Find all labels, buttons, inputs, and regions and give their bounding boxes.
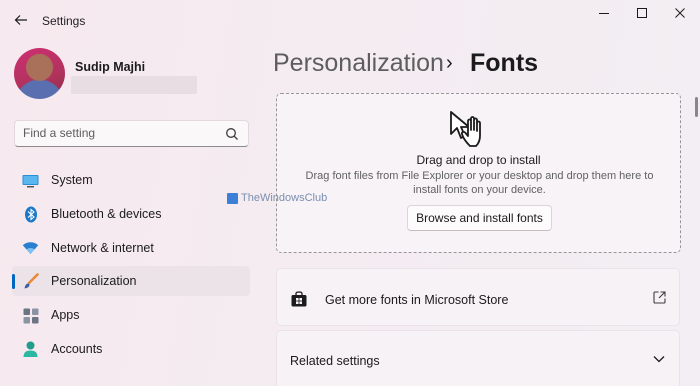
apps-icon — [22, 307, 39, 324]
minimize-icon — [599, 13, 609, 14]
sidebar-nav: System Bluetooth & devices Network & int… — [12, 165, 250, 368]
user-email-redacted — [71, 76, 197, 94]
drop-zone-title: Drag and drop to install — [416, 153, 541, 167]
drop-zone-description: Drag font files from File Explorer or yo… — [305, 170, 654, 196]
breadcrumb-parent[interactable]: Personalization — [273, 49, 444, 78]
avatar[interactable] — [14, 48, 65, 99]
bluetooth-icon — [22, 206, 39, 223]
minimize-button[interactable] — [594, 5, 614, 21]
person-icon — [22, 341, 39, 358]
sidebar-item-bluetooth[interactable]: Bluetooth & devices — [12, 199, 250, 229]
sidebar-item-label: Accounts — [51, 341, 103, 356]
sidebar-item-label: System — [51, 173, 93, 187]
drag-drop-hand-icon — [450, 111, 481, 147]
app-title: Settings — [42, 14, 86, 28]
breadcrumb-separator: › — [446, 52, 453, 74]
scrollbar-thumb[interactable] — [695, 97, 698, 117]
back-button[interactable] — [10, 11, 32, 29]
watermark-text: TheWindowsClub — [241, 192, 328, 204]
page-title: Fonts — [470, 49, 539, 77]
related-settings-card[interactable]: Related settings — [276, 330, 680, 386]
sidebar-item-label: Apps — [51, 308, 80, 323]
related-settings-label: Related settings — [290, 354, 380, 368]
sidebar-item-network[interactable]: Network & internet — [12, 233, 250, 263]
watermark-logo-icon — [227, 192, 238, 204]
microsoft-store-fonts-card[interactable]: Get more fonts in Microsoft Store — [276, 268, 680, 326]
close-button[interactable] — [670, 5, 690, 21]
font-drop-zone[interactable]: Drag and drop to install Drag font files… — [276, 93, 681, 253]
close-icon — [675, 8, 685, 18]
user-name: Sudip Majhi — [75, 60, 146, 74]
sidebar-item-label: Bluetooth & devices — [51, 206, 162, 221]
chevron-down-icon — [653, 356, 665, 363]
sidebar-item-personalization[interactable]: Personalization — [12, 266, 250, 297]
maximize-button[interactable] — [632, 5, 652, 21]
sidebar-item-apps[interactable]: Apps — [12, 300, 250, 330]
watermark: TheWindowsClub — [227, 192, 327, 204]
search-input[interactable] — [23, 126, 223, 140]
search-icon[interactable] — [225, 127, 239, 141]
sidebar-item-label: Personalization — [51, 274, 137, 289]
store-icon — [291, 291, 307, 307]
store-card-label: Get more fonts in Microsoft Store — [325, 293, 509, 307]
wifi-icon — [22, 240, 39, 257]
monitor-icon — [22, 172, 39, 189]
title-bar: Settings — [0, 0, 700, 40]
sidebar-item-system[interactable]: System — [12, 165, 250, 195]
sidebar-item-label: Network & internet — [51, 240, 154, 255]
maximize-icon — [637, 8, 647, 18]
search-box[interactable] — [14, 120, 249, 147]
brush-icon — [22, 273, 39, 290]
browse-install-fonts-button[interactable]: Browse and install fonts — [407, 205, 552, 231]
external-link-icon — [653, 291, 666, 304]
sidebar-item-accounts[interactable]: Accounts — [12, 334, 250, 364]
back-arrow-icon — [14, 15, 27, 25]
